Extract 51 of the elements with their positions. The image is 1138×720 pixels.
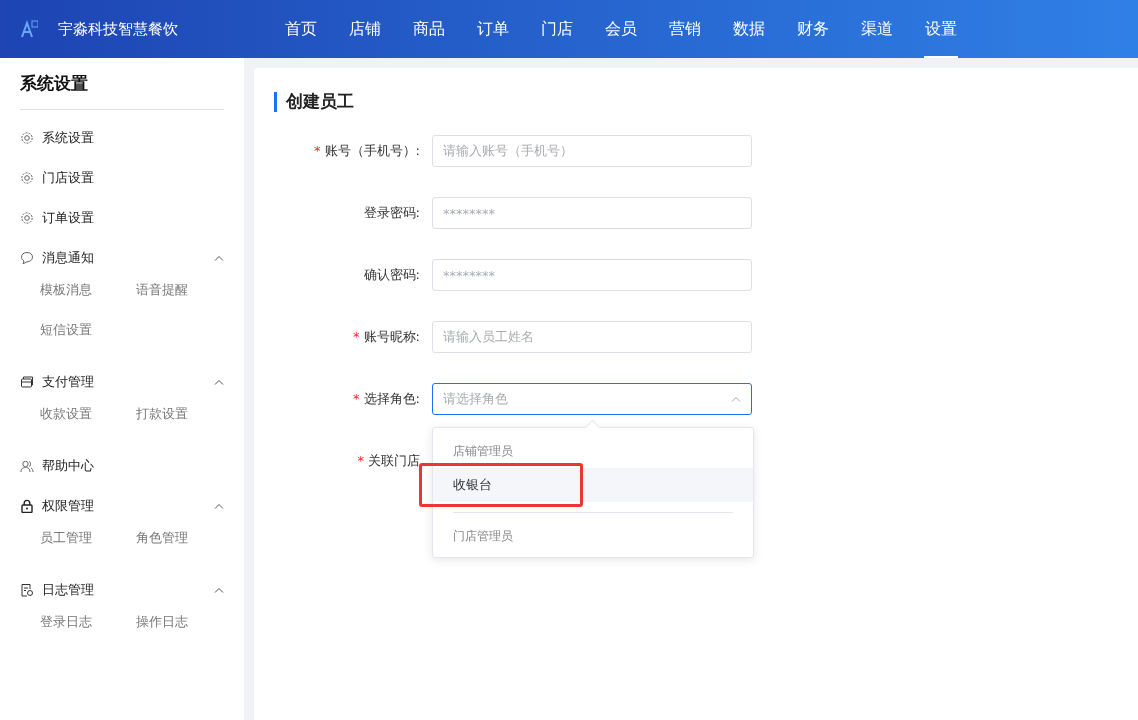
sidebar-subitem[interactable]: 收款设置 (40, 402, 136, 442)
sidebar-item[interactable]: 帮助中心 (20, 446, 224, 486)
sidebar-item[interactable]: 系统设置 (20, 118, 224, 158)
sidebar-subitem[interactable]: 模板消息 (40, 278, 136, 318)
sidebar-subitem[interactable]: 操作日志 (136, 610, 232, 650)
users-icon (20, 459, 34, 473)
sidebar-item[interactable]: 消息通知 (20, 238, 224, 278)
nav-tab[interactable]: 财务 (796, 0, 830, 58)
gear-icon (20, 171, 34, 185)
field-label: 确认密码: (362, 266, 421, 284)
lock-icon (20, 499, 34, 513)
title-bar (274, 91, 277, 112)
nav-tab[interactable]: 渠道 (860, 0, 894, 58)
card-icon (20, 375, 34, 389)
field-label: * 账号（手机号）: (313, 142, 421, 160)
sidebar-subitem[interactable]: 短信设置 (40, 318, 136, 358)
sidebar-title: 系统设置 (20, 72, 89, 95)
nav-tab[interactable]: 设置 (924, 0, 958, 58)
field-label: * 选择角色: (352, 390, 421, 408)
nav-tab[interactable]: 店铺 (348, 0, 382, 58)
brand-name: 宇淼科技智慧餐饮 (58, 19, 178, 39)
chevron-icon (731, 396, 741, 402)
sidebar-subitem[interactable]: 角色管理 (136, 526, 232, 566)
dropdown-option[interactable]: 门店管理员 (433, 519, 753, 553)
sidebar-subitem[interactable]: 语音提醒 (136, 278, 232, 318)
gear-icon (20, 131, 34, 145)
gear-icon (20, 211, 34, 225)
nav-tab[interactable]: 数据 (732, 0, 766, 58)
nav-tab[interactable]: 商品 (412, 0, 446, 58)
nav-tab[interactable]: 会员 (604, 0, 638, 58)
field-label: * 账号昵称: (352, 328, 421, 346)
dropdown-option[interactable]: 收银台 (433, 468, 753, 502)
sidebar-subitem[interactable]: 登录日志 (40, 610, 136, 650)
field-label: * 关联门店 (356, 452, 421, 470)
nav-tab[interactable]: 首页 (284, 0, 318, 58)
sidebar-item[interactable]: 订单设置 (20, 198, 224, 238)
chat-icon (20, 251, 34, 265)
sidebar-subitem[interactable]: 打款设置 (136, 402, 232, 442)
sidebar-item[interactable]: 权限管理 (20, 486, 224, 526)
document-icon (20, 583, 34, 597)
sidebar-item[interactable]: 支付管理 (20, 362, 224, 402)
sidebar-item[interactable]: 日志管理 (20, 570, 224, 610)
field-label: 登录密码: (362, 204, 421, 222)
sidebar-item[interactable]: 门店设置 (20, 158, 224, 198)
nav-tab[interactable]: 营销 (668, 0, 702, 58)
dropdown-option[interactable]: 店铺管理员 (433, 434, 753, 468)
nav-tab[interactable]: 订单 (476, 0, 510, 58)
nav-tab[interactable]: 门店 (540, 0, 574, 58)
logo-icon (20, 19, 38, 39)
sidebar-subitem[interactable]: 员工管理 (40, 526, 136, 566)
form-title: 创建员工 (286, 90, 354, 113)
